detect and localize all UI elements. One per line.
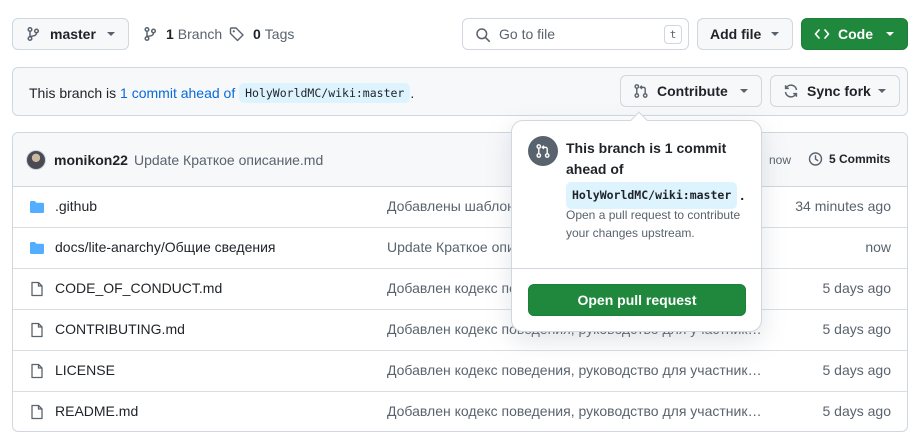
chevron-down-icon (770, 31, 780, 37)
file-name[interactable]: LICENSE (55, 362, 115, 378)
file-age: 34 minutes ago (795, 198, 891, 214)
file-row-github[interactable]: .github Добавлены шаблоны... 34 minutes … (13, 187, 907, 228)
sync-icon (783, 83, 799, 99)
search-icon (475, 27, 491, 43)
file-commit-message[interactable]: Добавлен кодекс поведения, руководство д… (387, 362, 767, 378)
file-icon (29, 363, 45, 379)
popover-period: . (740, 187, 745, 203)
history-icon (807, 151, 823, 167)
commit-author[interactable]: monikon22 (54, 152, 128, 168)
branch-count: 1 (166, 26, 174, 42)
latest-commit-bar: monikon22 Update Краткое описание.md now… (13, 133, 907, 187)
file-name[interactable]: CONTRIBUTING.md (55, 321, 185, 337)
contribute-popover: This branch is 1 commit ahead of HolyWor… (511, 111, 762, 332)
popover-title-line2: ahead of (566, 161, 624, 177)
file-list: monikon22 Update Краткое описание.md now… (12, 132, 908, 432)
folder-icon (29, 240, 45, 256)
file-row-docs[interactable]: docs/lite-anarchy/Общие сведения Update … (13, 228, 907, 269)
tag-word: Tags (264, 26, 295, 42)
file-row-contributing[interactable]: CONTRIBUTING.md Добавлен кодекс поведени… (13, 310, 907, 351)
add-file-label: Add file (710, 26, 762, 42)
commits-ahead-link[interactable]: 1 commit ahead of (120, 85, 235, 101)
avatar[interactable] (26, 150, 46, 170)
git-pull-request-icon (528, 136, 558, 166)
file-icon (29, 404, 45, 420)
file-name[interactable]: README.md (55, 403, 138, 419)
branch-status-suffix: . (410, 85, 415, 101)
file-age: 5 days ago (822, 403, 892, 419)
branch-selector-button[interactable]: master (12, 18, 129, 50)
file-age: 5 days ago (822, 280, 892, 296)
file-commit-message[interactable]: Добавлен кодекс поведения, руководство д… (387, 403, 767, 419)
file-row-license[interactable]: LICENSE Добавлен кодекс поведения, руков… (13, 351, 907, 392)
file-row-code-of-conduct[interactable]: CODE_OF_CONDUCT.md Добавлен кодекс повед… (13, 269, 907, 310)
file-age: now (865, 239, 891, 255)
sync-fork-button[interactable]: Sync fork (770, 75, 900, 107)
git-branch-icon (142, 26, 158, 42)
commits-history-link[interactable]: 5 Commits (807, 151, 890, 167)
open-pull-request-button[interactable]: Open pull request (528, 284, 746, 316)
sync-fork-label: Sync fork (807, 83, 871, 99)
branch-word: Branch (177, 26, 223, 42)
commits-count-label: 5 Commits (829, 152, 891, 166)
go-to-file-placeholder: Go to file (499, 26, 556, 42)
file-icon (29, 322, 45, 338)
chevron-down-icon (739, 88, 749, 94)
git-pull-request-icon (633, 83, 649, 99)
code-button[interactable]: Code (801, 18, 908, 50)
chevron-down-icon (106, 31, 116, 37)
popover-title-line1: This branch is 1 commit (566, 140, 727, 156)
code-brackets-icon (814, 26, 830, 42)
go-to-file-input[interactable]: Go to file t (462, 18, 689, 50)
branch-name: master (50, 26, 96, 42)
contribute-label: Contribute (657, 83, 728, 99)
commit-message[interactable]: Update Краткое описание.md (134, 152, 323, 168)
branch-status-prefix: This branch is (29, 85, 117, 101)
popover-divider (512, 268, 761, 269)
popover-title: This branch is 1 commit ahead of HolyWor… (566, 138, 746, 209)
branch-status-banner: This branch is 1 commit ahead of HolyWor… (12, 67, 908, 116)
folder-icon (29, 199, 45, 215)
branch-status-text: This branch is 1 commit ahead of HolyWor… (29, 83, 414, 103)
code-label: Code (838, 26, 873, 42)
file-icon (29, 281, 45, 297)
popover-description: Open a pull request to contribute your c… (566, 208, 741, 240)
branches-link[interactable]: 1 Branch (142, 26, 222, 42)
file-name[interactable]: .github (55, 198, 97, 214)
file-age: 5 days ago (822, 321, 892, 337)
file-age: 5 days ago (822, 362, 892, 378)
file-name[interactable]: docs/lite-anarchy/Общие сведения (55, 239, 276, 255)
git-branch-icon (25, 26, 41, 42)
upstream-ref: HolyWorldMC/wiki:master (239, 83, 411, 103)
file-row-readme[interactable]: README.md Добавлен кодекс поведения, рук… (13, 392, 907, 431)
popover-upstream-ref: HolyWorldMC/wiki:master (566, 182, 738, 209)
tag-count: 0 (253, 26, 261, 42)
keyboard-shortcut-hint: t (664, 25, 682, 44)
tags-link[interactable]: 0 Tags (229, 26, 294, 42)
chevron-down-icon (877, 88, 887, 94)
contribute-button[interactable]: Contribute (620, 75, 762, 107)
tag-icon (229, 26, 245, 42)
chevron-down-icon (885, 31, 895, 37)
file-name[interactable]: CODE_OF_CONDUCT.md (55, 280, 222, 296)
add-file-button[interactable]: Add file (697, 18, 793, 50)
commit-time: now (769, 153, 792, 167)
